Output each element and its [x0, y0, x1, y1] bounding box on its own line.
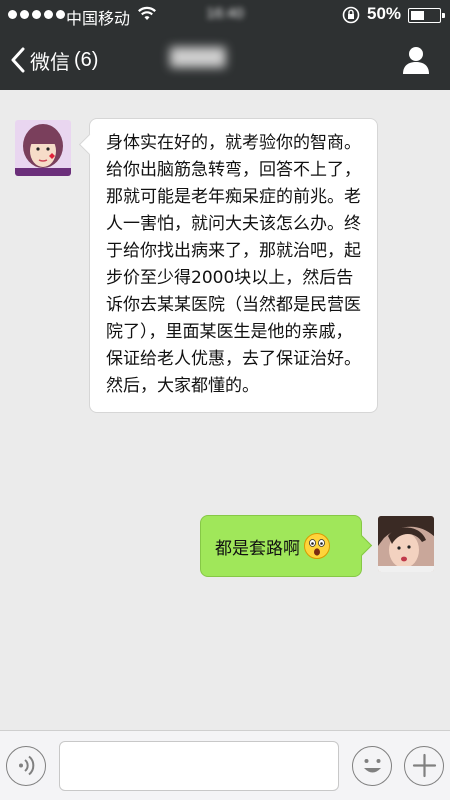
carrier-name: 中国移动	[66, 11, 131, 28]
chat-title: ████	[170, 47, 226, 68]
outgoing-message-text: 都是套路啊	[215, 538, 300, 559]
nav-bar: 微信 (6) ████	[0, 30, 450, 90]
back-label: 微信	[30, 51, 70, 74]
clock-time: 16:40	[206, 5, 244, 22]
incoming-message-text: 身体实在好的，就考验你的智商。给你出脑筋急转弯，回答不上了，那就可能是老年痴呆症…	[106, 133, 361, 396]
emoji-icon	[363, 759, 381, 773]
signal-dots-icon	[8, 10, 65, 19]
battery-percent: 50%	[367, 4, 402, 23]
sender-avatar[interactable]	[15, 120, 71, 176]
voice-button[interactable]	[6, 746, 46, 786]
orientation-lock-icon	[342, 6, 360, 29]
back-button[interactable]: 微信 (6)	[10, 42, 98, 78]
contact-profile-button[interactable]	[400, 44, 432, 76]
outgoing-message-bubble[interactable]: 都是套路啊	[200, 515, 362, 577]
unread-count: (6)	[74, 48, 99, 71]
more-options-button[interactable]	[404, 746, 444, 786]
own-avatar[interactable]	[378, 516, 434, 572]
chevron-left-icon	[11, 47, 25, 73]
status-bar: 中国移动 16:40 50%	[0, 0, 450, 30]
plus-icon	[412, 753, 436, 778]
surprised-face-icon	[304, 533, 330, 559]
message-input[interactable]	[59, 741, 339, 791]
voice-icon	[18, 755, 34, 776]
contact-profile-icon	[403, 47, 429, 74]
input-bar	[0, 730, 450, 800]
emoji-button[interactable]	[352, 746, 392, 786]
incoming-message-bubble[interactable]: 身体实在好的，就考验你的智商。给你出脑筋急转弯，回答不上了，那就可能是老年痴呆症…	[89, 118, 378, 413]
battery-icon	[408, 8, 445, 23]
wifi-icon	[137, 6, 157, 27]
